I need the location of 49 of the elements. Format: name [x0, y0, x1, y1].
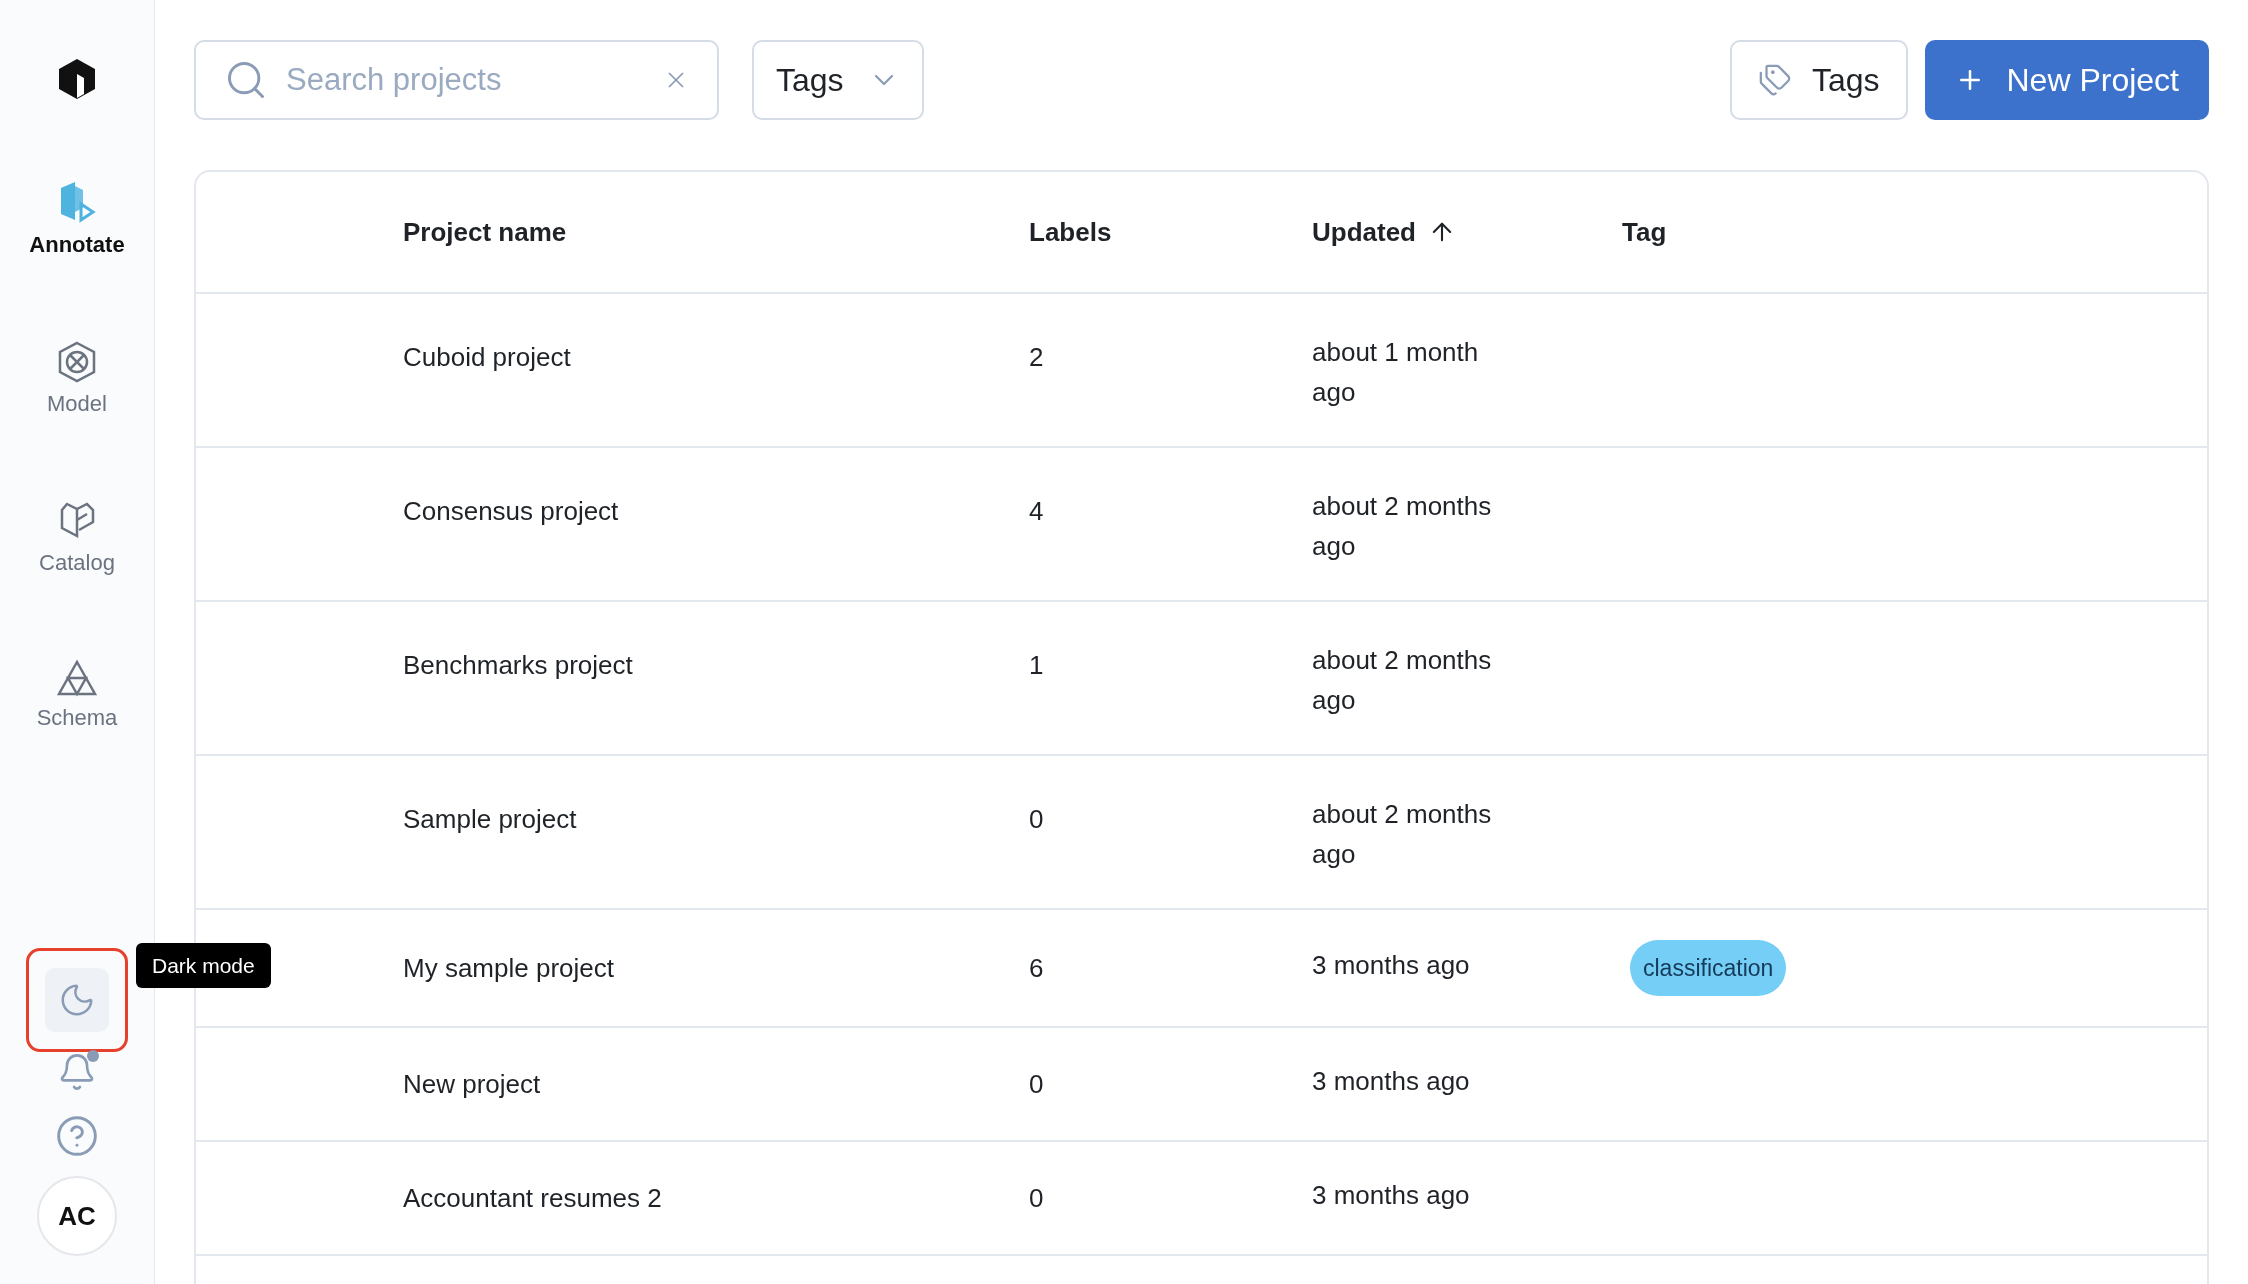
- column-header[interactable]: Tag: [1622, 212, 1667, 252]
- project-name[interactable]: Sample project: [403, 804, 577, 834]
- project-name[interactable]: Accountant resumes 2: [403, 1182, 662, 1213]
- help-icon: [55, 1114, 99, 1158]
- tag-chip: classification: [1630, 940, 1787, 996]
- tags-icon: [1757, 63, 1792, 97]
- label-count: 4: [1029, 496, 1044, 526]
- table-row[interactable]: Cuboid project 2 about 1 month ago: [196, 294, 2207, 448]
- project-name[interactable]: Consensus project: [403, 496, 619, 526]
- project-name[interactable]: Benchmarks project: [403, 650, 633, 680]
- project-name[interactable]: My sample project: [403, 952, 614, 983]
- tags-button[interactable]: Tags: [1729, 40, 1908, 120]
- updated-time: about 2 months ago: [1312, 798, 1493, 871]
- logo-icon: [58, 58, 96, 100]
- nav-item[interactable]: Catalog: [39, 500, 115, 579]
- nav-item[interactable]: Schema: [36, 659, 118, 734]
- label-count: 0: [1029, 1182, 1044, 1213]
- label-count: 0: [1029, 1068, 1044, 1099]
- updated-time: 3 months ago: [1312, 1179, 1470, 1212]
- table-row[interactable]: Accountant resumes 2 0 3 months ago: [196, 1142, 2207, 1256]
- new-project-button[interactable]: New Project: [1924, 40, 2209, 120]
- updated-time: about 1 month ago: [1312, 336, 1480, 409]
- label-count: 0: [1029, 804, 1044, 834]
- table-row[interactable]: New project 0 3 months ago: [196, 1028, 2207, 1142]
- project-name[interactable]: New project: [403, 1068, 541, 1099]
- search-field[interactable]: Search projects: [194, 40, 719, 120]
- column-header[interactable]: Labels: [1029, 212, 1112, 252]
- hexagon-icon: [57, 341, 97, 383]
- label-count: 2: [1029, 342, 1044, 372]
- user-avatar[interactable]: AC: [37, 1176, 117, 1256]
- label-count: 6: [1029, 952, 1044, 983]
- table-row[interactable]: Benchmarks project 1 about 2 months ago: [196, 602, 2207, 756]
- updated-time: 3 months ago: [1312, 949, 1470, 982]
- label-count: 1: [1029, 650, 1044, 680]
- column-header[interactable]: Updated: [1312, 212, 1456, 252]
- updated-time: about 2 months ago: [1312, 644, 1493, 717]
- updated-time: about 2 months ago: [1312, 490, 1493, 563]
- search-input[interactable]: Search projects: [286, 56, 645, 104]
- dark-mode-button[interactable]: [45, 968, 109, 1032]
- nav-item[interactable]: Model: [47, 341, 107, 420]
- tooltip: Dark mode: [136, 943, 271, 988]
- project-name[interactable]: Cuboid project: [403, 342, 571, 372]
- tags-dropdown[interactable]: Tags: [752, 40, 924, 120]
- updated-time: 3 months ago: [1312, 1065, 1470, 1098]
- triangle-icon: [56, 659, 98, 697]
- column-header[interactable]: Project name: [403, 212, 567, 252]
- nav-item[interactable]: Annotate: [29, 180, 125, 261]
- table-row[interactable]: Consensus project 4 about 2 months ago: [196, 448, 2207, 602]
- table-row[interactable]: Sample project 0 about 2 months ago: [196, 756, 2207, 910]
